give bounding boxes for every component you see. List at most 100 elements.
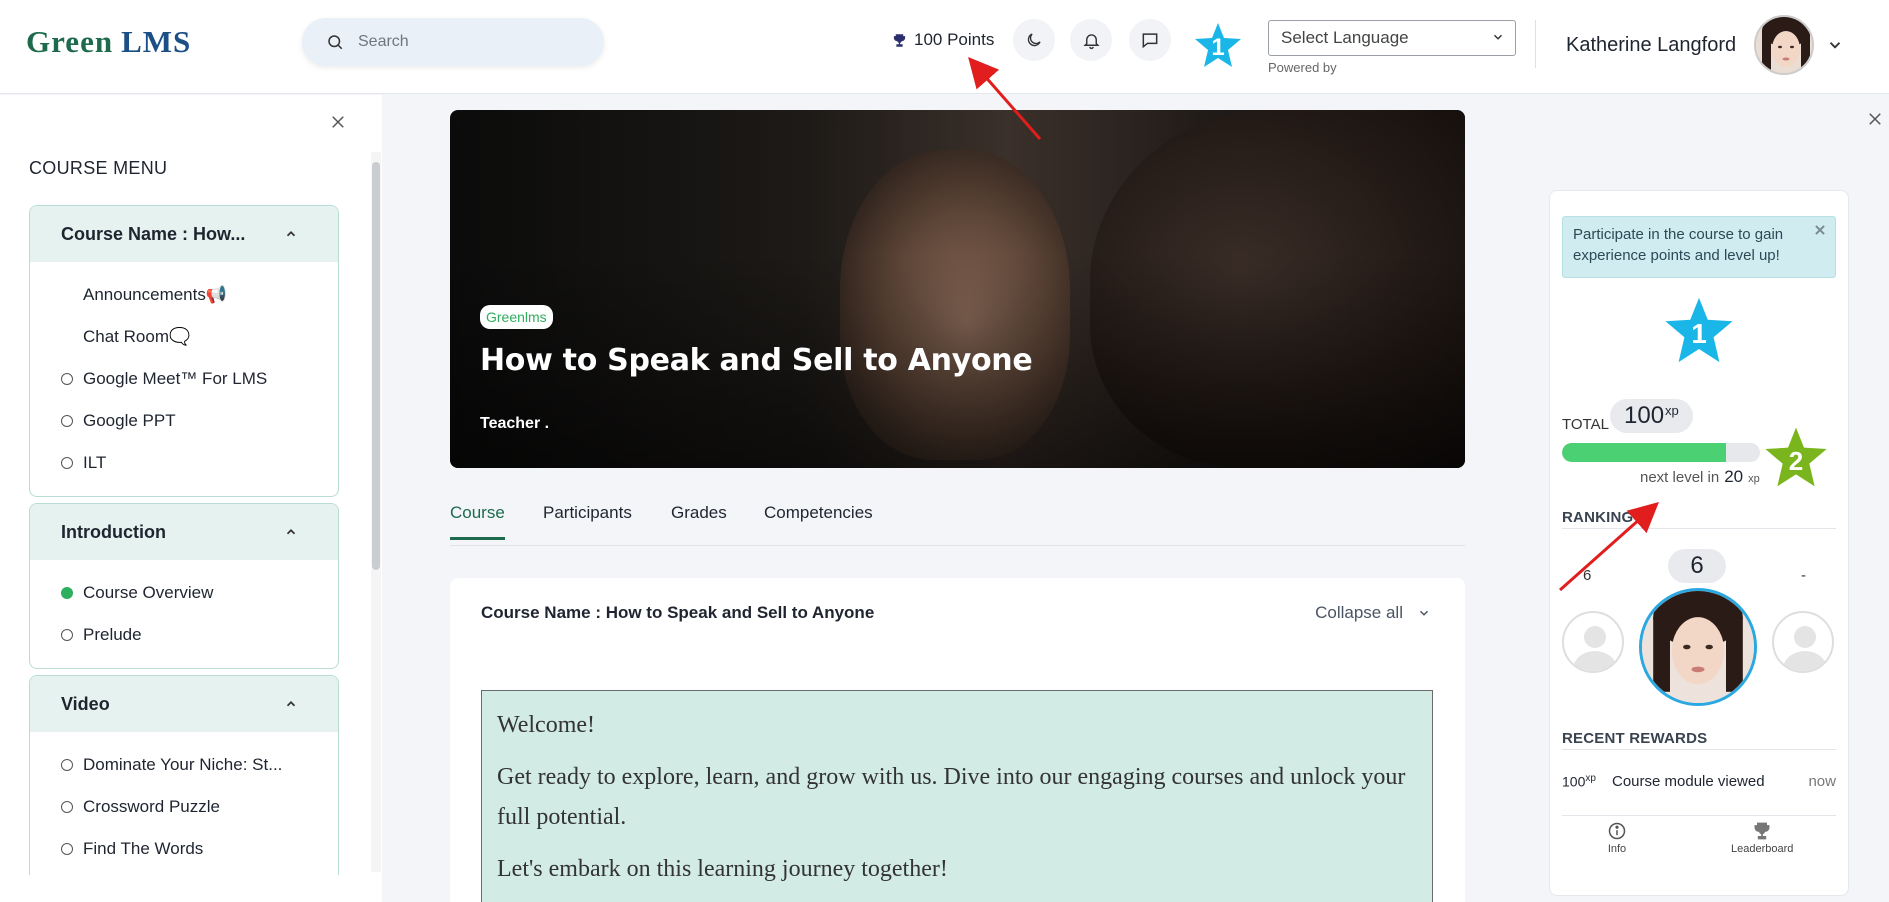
leaderboard-label: Leaderboard <box>1731 843 1794 855</box>
rank-self-avatar <box>1639 588 1757 706</box>
list-item[interactable]: Dominate Your Niche: St... <box>30 744 338 786</box>
current-level-number: 1 <box>1691 318 1707 349</box>
list-item[interactable]: Prelude <box>30 614 338 656</box>
status-circle-icon <box>61 629 73 641</box>
status-circle-icon <box>61 843 73 855</box>
reward-xp-value: 100 <box>1562 773 1586 790</box>
bell-icon <box>1082 33 1100 49</box>
chevron-up-icon[interactable] <box>284 525 298 539</box>
recent-rewards-label: RECENT REWARDS <box>1562 730 1708 747</box>
current-level-star: 1 <box>1664 296 1734 364</box>
moon-icon <box>1027 33 1041 47</box>
section-header[interactable]: Course Name : How... <box>30 206 338 262</box>
item-label: Announcements📢 <box>83 285 228 304</box>
item-label: Dominate Your Niche: St... <box>83 755 283 774</box>
course-teacher: Teacher . <box>480 415 550 432</box>
close-icon[interactable] <box>1813 223 1827 237</box>
logo[interactable]: Green LMS <box>26 24 191 60</box>
xp-info-text: Participate in the course to gain experi… <box>1573 226 1784 264</box>
list-item[interactable]: ILT <box>30 442 338 484</box>
next-level-star: 2 <box>1764 426 1828 488</box>
tab-participants[interactable]: Participants <box>543 503 632 537</box>
welcome-line: Welcome! <box>497 712 596 738</box>
status-complete-icon <box>61 587 73 599</box>
list-item[interactable]: Google Meet™ For LMS <box>30 358 338 400</box>
total-xp-value: 100 <box>1624 402 1665 429</box>
info-button[interactable]: Info <box>1607 821 1627 855</box>
course-content-card: Course Name : How to Speak and Sell to A… <box>450 578 1465 902</box>
search-input[interactable]: Search <box>302 18 604 66</box>
list-item[interactable]: Crossword Puzzle <box>30 786 338 828</box>
course-menu-title: COURSE MENU <box>29 158 168 178</box>
rank-self-pill: 6 <box>1668 549 1726 583</box>
xp-unit: xp <box>1665 402 1679 418</box>
tab-competencies[interactable]: Competencies <box>764 503 873 537</box>
panel-close-icon[interactable] <box>1866 110 1884 128</box>
status-circle-icon <box>61 801 73 813</box>
reward-description: Course module viewed <box>1612 773 1765 790</box>
welcome-line: Get ready to explore, learn, and grow wi… <box>497 764 1406 830</box>
xp-unit: xp <box>1585 773 1596 784</box>
top-header: Green LMS Search 100 Points 1 Select Lan… <box>0 0 1889 94</box>
leaderboard-button[interactable]: Leaderboard <box>1731 821 1793 855</box>
list-item[interactable]: Announcements📢 <box>30 274 338 316</box>
item-label: Google PPT <box>83 411 176 430</box>
xp-panel: Participate in the course to gain experi… <box>1549 190 1849 896</box>
chat-icon <box>1142 33 1158 49</box>
list-item[interactable]: Chat Room🗨️ <box>30 316 338 358</box>
user-menu-chevron-icon[interactable] <box>1826 36 1844 54</box>
next-level-label: next level in <box>1640 469 1720 486</box>
reward-xp: 100xp <box>1562 773 1596 790</box>
user-avatar[interactable] <box>1754 15 1814 75</box>
user-placeholder-icon <box>1573 626 1617 671</box>
welcome-line: Let's embark on this learning journey to… <box>497 856 948 882</box>
trophy-icon <box>1754 822 1770 840</box>
user-placeholder-icon <box>1783 626 1827 671</box>
course-category-badge[interactable]: Greenlms <box>480 305 553 329</box>
tab-grades[interactable]: Grades <box>671 503 727 537</box>
tab-course[interactable]: Course <box>450 503 505 540</box>
language-select[interactable]: Select Language <box>1268 20 1516 56</box>
section-introduction: Introduction Course Overview Prelude <box>29 503 339 669</box>
search-placeholder: Search <box>358 33 409 50</box>
chevron-up-icon[interactable] <box>284 227 298 241</box>
section-title: Course Name : How... <box>61 223 246 244</box>
points-display[interactable]: 100 Points <box>892 30 994 50</box>
avatar-image <box>1642 591 1754 703</box>
status-circle-icon <box>61 373 73 385</box>
info-icon <box>1608 822 1626 840</box>
level-star-badge[interactable]: 1 <box>1194 22 1242 68</box>
item-label: Crossword Puzzle <box>83 797 220 816</box>
section-header[interactable]: Video <box>30 676 338 732</box>
collapse-all-label: Collapse all <box>1315 603 1403 622</box>
rank-left-value: 6 <box>1583 567 1592 584</box>
powered-by: Powered by <box>1268 60 1337 75</box>
messages-button[interactable] <box>1129 19 1171 61</box>
item-label: Prelude <box>83 625 142 644</box>
reward-time: now <box>1808 773 1836 790</box>
collapse-all-button[interactable]: Collapse all <box>1315 603 1431 623</box>
sidebar-close-icon[interactable] <box>329 113 347 131</box>
dark-mode-button[interactable] <box>1013 19 1055 61</box>
sidebar-scrollbar-thumb[interactable] <box>372 162 380 570</box>
section-video: Video Dominate Your Niche: St... Crosswo… <box>29 675 339 875</box>
list-item[interactable]: Google PPT <box>30 400 338 442</box>
item-label: Chat Room🗨️ <box>83 327 191 346</box>
divider <box>1562 528 1836 529</box>
chevron-up-icon[interactable] <box>284 697 298 711</box>
welcome-message-box: Welcome! Get ready to explore, learn, an… <box>481 690 1433 902</box>
next-level-info: next level in 20 xp <box>1640 467 1760 487</box>
user-name[interactable]: Katherine Langford <box>1566 34 1736 57</box>
trophy-icon <box>893 33 906 47</box>
divider <box>1562 749 1836 750</box>
item-label: Google Meet™ For LMS <box>83 369 268 388</box>
section-header[interactable]: Introduction <box>30 504 338 560</box>
rank-neighbor-avatar <box>1562 611 1624 673</box>
course-tabs: Course Participants Grades Competencies <box>450 498 1465 546</box>
language-select-value: Select Language <box>1281 28 1409 47</box>
notifications-button[interactable] <box>1070 19 1112 61</box>
list-item[interactable]: Find The Words <box>30 828 338 870</box>
xp-info-alert: Participate in the course to gain experi… <box>1562 216 1836 278</box>
rank-neighbor-avatar <box>1772 611 1834 673</box>
list-item[interactable]: Course Overview <box>30 572 338 614</box>
